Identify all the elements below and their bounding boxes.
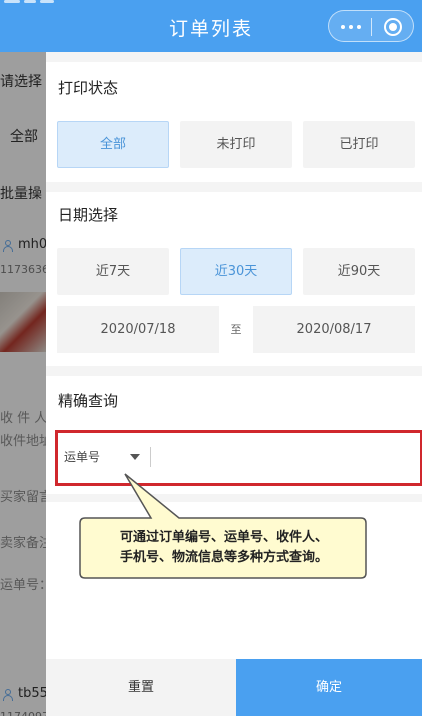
date-30-days[interactable]: 近30天 <box>180 248 292 295</box>
print-status-unprinted[interactable]: 未打印 <box>180 121 292 168</box>
more-icon[interactable] <box>341 25 361 29</box>
confirm-button[interactable]: 确定 <box>236 659 422 716</box>
tooltip-callout: 可通过订单编号、运单号、收件人、 手机号、物流信息等多种方式查询。 <box>79 472 369 584</box>
tooltip-line-1: 可通过订单编号、运单号、收件人、 <box>119 530 328 545</box>
close-target-icon[interactable] <box>384 18 402 36</box>
query-type-select[interactable]: 运单号 <box>64 448 100 465</box>
status-bar-fragment <box>0 0 60 6</box>
chevron-down-icon[interactable] <box>130 454 140 460</box>
tooltip-text: 可通过订单编号、运单号、收件人、 手机号、物流信息等多种方式查询。 <box>91 528 357 568</box>
date-7-days[interactable]: 近7天 <box>57 248 169 295</box>
print-status-printed[interactable]: 已打印 <box>303 121 415 168</box>
reset-button[interactable]: 重置 <box>46 659 236 716</box>
section-divider <box>46 182 422 192</box>
capsule-divider <box>371 18 372 36</box>
date-section-title: 日期选择 <box>58 206 119 224</box>
input-divider <box>150 447 151 467</box>
date-90-days[interactable]: 近90天 <box>303 248 415 295</box>
tooltip-line-2: 手机号、物流信息等多种方式查询。 <box>119 550 328 565</box>
section-divider <box>46 52 422 62</box>
section-divider <box>46 366 422 376</box>
query-input[interactable] <box>156 443 416 471</box>
date-range-separator: 至 <box>230 323 242 336</box>
precise-query-title: 精确查询 <box>58 392 119 410</box>
start-date-picker[interactable]: 2020/07/18 <box>57 306 219 353</box>
navigation-bar: 订单列表 <box>0 0 422 52</box>
mini-program-capsule <box>328 10 414 42</box>
print-status-all[interactable]: 全部 <box>57 121 169 168</box>
filter-drawer: 打印状态 全部 未打印 已打印 日期选择 近7天 近30天 近90天 2020/… <box>46 52 422 716</box>
end-date-picker[interactable]: 2020/08/17 <box>253 306 415 353</box>
print-status-title: 打印状态 <box>58 79 119 97</box>
